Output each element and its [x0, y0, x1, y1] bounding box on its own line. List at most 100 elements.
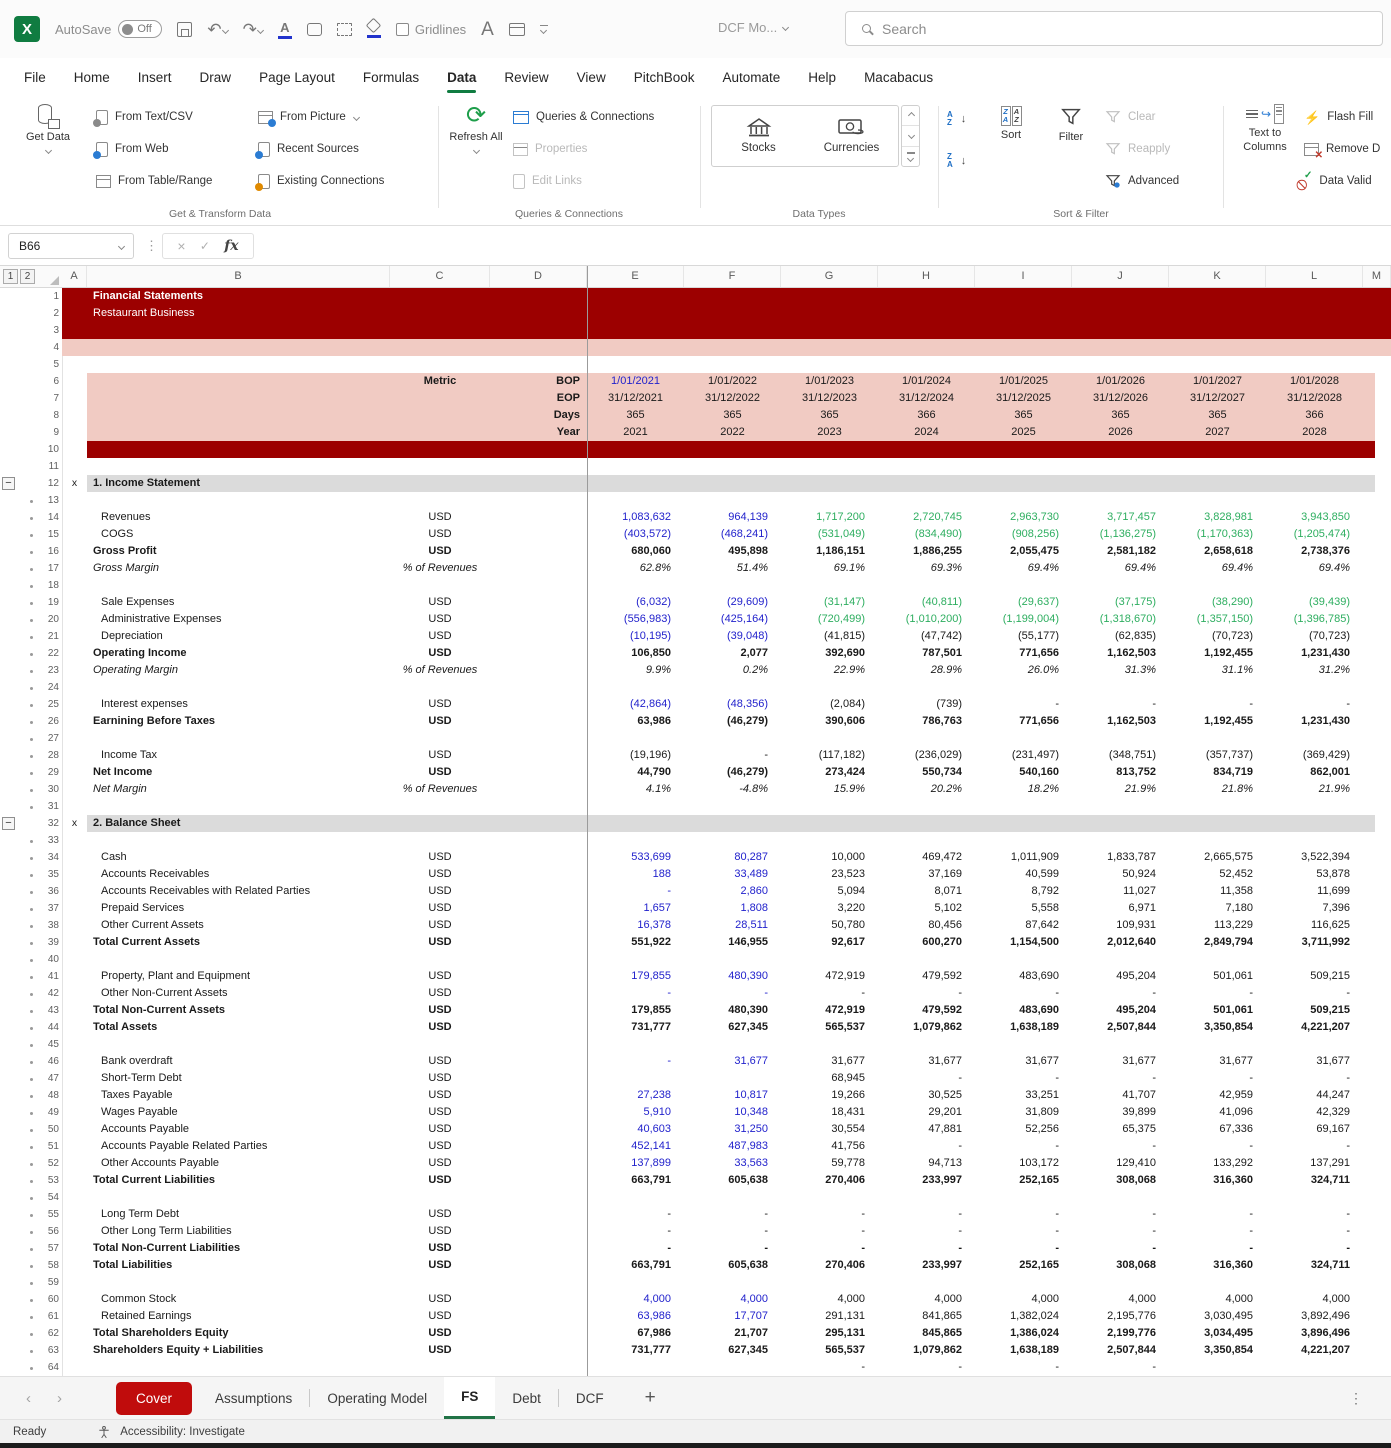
cell-F60[interactable]: 4,000	[684, 1291, 781, 1308]
cell-K15[interactable]: (1,170,363)	[1169, 526, 1266, 543]
cell-H51[interactable]: -	[878, 1138, 975, 1155]
cell-C47[interactable]: USD	[390, 1070, 490, 1087]
cell-I58[interactable]: 252,165	[975, 1257, 1072, 1274]
cell-F39[interactable]: 146,955	[684, 934, 781, 951]
row-header-29[interactable]: 29	[38, 764, 59, 781]
cell-F38[interactable]: 28,511	[684, 917, 781, 934]
cell-I51[interactable]: -	[975, 1138, 1072, 1155]
cell-J6[interactable]: 1/01/2026	[1072, 373, 1169, 390]
cell-F23[interactable]: 0.2%	[684, 662, 781, 679]
cell-E44[interactable]: 731,777	[587, 1019, 684, 1036]
cell-L52[interactable]: 137,291	[1266, 1155, 1363, 1172]
cell-E39[interactable]: 551,922	[587, 934, 684, 951]
cell-K23[interactable]: 31.1%	[1169, 662, 1266, 679]
cell-H56[interactable]: -	[878, 1223, 975, 1240]
cell-L61[interactable]: 3,892,496	[1266, 1308, 1363, 1325]
cell-J25[interactable]: -	[1072, 696, 1169, 713]
row-header-31[interactable]: 31	[38, 798, 59, 815]
row-header-10[interactable]: 10	[38, 441, 59, 458]
cell-E42[interactable]: -	[587, 985, 684, 1002]
cell-L34[interactable]: 3,522,394	[1266, 849, 1363, 866]
row-header-51[interactable]: 51	[38, 1138, 59, 1155]
cell-F21[interactable]: (39,048)	[684, 628, 781, 645]
cell-J46[interactable]: 31,677	[1072, 1053, 1169, 1070]
cell-C62[interactable]: USD	[390, 1325, 490, 1342]
cell-H37[interactable]: 5,102	[878, 900, 975, 917]
gallery-more-icon[interactable]	[902, 147, 919, 166]
cell-B23[interactable]: Operating Margin	[87, 662, 390, 679]
cell-L44[interactable]: 4,221,207	[1266, 1019, 1363, 1036]
cell-B56[interactable]: Other Long Term Liabilities	[87, 1223, 390, 1240]
cell-L36[interactable]: 11,699	[1266, 883, 1363, 900]
cell-F46[interactable]: 31,677	[684, 1053, 781, 1070]
cell-J23[interactable]: 31.3%	[1072, 662, 1169, 679]
selection-box-icon[interactable]	[337, 23, 352, 36]
cell-G55[interactable]: -	[781, 1206, 878, 1223]
existing-connections-button[interactable]: Existing Connections	[258, 168, 384, 194]
cell-J36[interactable]: 11,027	[1072, 883, 1169, 900]
cell-K52[interactable]: 133,292	[1169, 1155, 1266, 1172]
row-header-43[interactable]: 43	[38, 1002, 59, 1019]
cell-F29[interactable]: (46,279)	[684, 764, 781, 781]
row-header-46[interactable]: 46	[38, 1053, 59, 1070]
cell-F17[interactable]: 51.4%	[684, 560, 781, 577]
row-header-48[interactable]: 48	[38, 1087, 59, 1104]
cell-C42[interactable]: USD	[390, 985, 490, 1002]
cell-H19[interactable]: (40,811)	[878, 594, 975, 611]
cell-L38[interactable]: 116,625	[1266, 917, 1363, 934]
cell-E55[interactable]: -	[587, 1206, 684, 1223]
cell-L39[interactable]: 3,711,992	[1266, 934, 1363, 951]
row-header-37[interactable]: 37	[38, 900, 59, 917]
cell-G48[interactable]: 19,266	[781, 1087, 878, 1104]
menu-tab-insert[interactable]: Insert	[138, 58, 172, 96]
cell-B14[interactable]: Revenues	[87, 509, 390, 526]
cell-C60[interactable]: USD	[390, 1291, 490, 1308]
cell-E22[interactable]: 106,850	[587, 645, 684, 662]
row-header-56[interactable]: 56	[38, 1223, 59, 1240]
cell-L55[interactable]: -	[1266, 1206, 1363, 1223]
cell-C22[interactable]: USD	[390, 645, 490, 662]
cell-K58[interactable]: 316,360	[1169, 1257, 1266, 1274]
cell-H52[interactable]: 94,713	[878, 1155, 975, 1172]
cell-B17[interactable]: Gross Margin	[87, 560, 390, 577]
cell-L47[interactable]: -	[1266, 1070, 1363, 1087]
cell-F62[interactable]: 21,707	[684, 1325, 781, 1342]
cell-H61[interactable]: 841,865	[878, 1308, 975, 1325]
stocks-button[interactable]: Stocks	[712, 106, 805, 166]
cell-E61[interactable]: 63,986	[587, 1308, 684, 1325]
cell-L7[interactable]: 31/12/2028	[1266, 390, 1363, 407]
from-picture-button[interactable]: From Picture	[258, 104, 359, 130]
cell-K36[interactable]: 11,358	[1169, 883, 1266, 900]
font-color-icon[interactable]: A	[278, 20, 292, 39]
column-header-C[interactable]: C	[390, 266, 490, 287]
cell-C19[interactable]: USD	[390, 594, 490, 611]
undo-icon[interactable]: ↶	[207, 21, 227, 38]
cell-H55[interactable]: -	[878, 1206, 975, 1223]
cell-B28[interactable]: Income Tax	[87, 747, 390, 764]
cell-J37[interactable]: 6,971	[1072, 900, 1169, 917]
cell-C56[interactable]: USD	[390, 1223, 490, 1240]
cell-I26[interactable]: 771,656	[975, 713, 1072, 730]
cell-K63[interactable]: 3,350,854	[1169, 1342, 1266, 1359]
fill-color-icon[interactable]	[367, 20, 381, 38]
cell-I7[interactable]: 31/12/2025	[975, 390, 1072, 407]
cell-C39[interactable]: USD	[390, 934, 490, 951]
cell-H63[interactable]: 1,079,862	[878, 1342, 975, 1359]
from-text-csv-button[interactable]: From Text/CSV	[96, 104, 193, 130]
cell-J41[interactable]: 495,204	[1072, 968, 1169, 985]
cell-C61[interactable]: USD	[390, 1308, 490, 1325]
cell-G62[interactable]: 295,131	[781, 1325, 878, 1342]
cell-H58[interactable]: 233,997	[878, 1257, 975, 1274]
cell-C46[interactable]: USD	[390, 1053, 490, 1070]
cell-J17[interactable]: 69.4%	[1072, 560, 1169, 577]
row-header-9[interactable]: 9	[38, 424, 59, 441]
flash-fill-button[interactable]: ⚡ Flash Fill	[1304, 104, 1373, 130]
row-header-18[interactable]: 18	[38, 577, 59, 594]
cell-A32[interactable]: x	[62, 815, 87, 832]
cell-L23[interactable]: 31.2%	[1266, 662, 1363, 679]
cell-L22[interactable]: 1,231,430	[1266, 645, 1363, 662]
cell-C55[interactable]: USD	[390, 1206, 490, 1223]
cell-E17[interactable]: 62.8%	[587, 560, 684, 577]
cell-J39[interactable]: 2,012,640	[1072, 934, 1169, 951]
cell-H36[interactable]: 8,071	[878, 883, 975, 900]
